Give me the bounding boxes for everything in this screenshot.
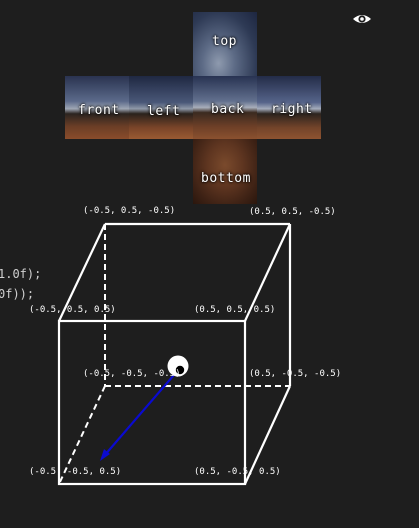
- vertex-label-front-top-left: (-0.5, 0.5, 0.5): [29, 305, 116, 315]
- vertex-label-back-bottom-right: (0.5, -0.5, -0.5): [249, 369, 341, 379]
- vertex-label-front-top-right: (0.5, 0.5, 0.5): [194, 305, 275, 315]
- direction-vector: [103, 367, 181, 457]
- vertex-label-back-top-right: (0.5, 0.5, -0.5): [249, 207, 336, 217]
- front-face: [57, 319, 247, 486]
- vertex-label-back-bottom-left: (-0.5, -0.5, -0.5): [83, 369, 181, 379]
- cube-wireframe-diagram: (-0.5, 0.5, -0.5) (0.5, 0.5, -0.5) (-0.5…: [29, 206, 341, 486]
- vertex-label-back-top-left: (-0.5, 0.5, -0.5): [83, 206, 175, 216]
- vertex-label-front-bottom-right: (0.5, -0.5, 0.5): [194, 467, 281, 477]
- vertex-label-front-bottom-left: (-0.5, -0.5, 0.5): [29, 467, 121, 477]
